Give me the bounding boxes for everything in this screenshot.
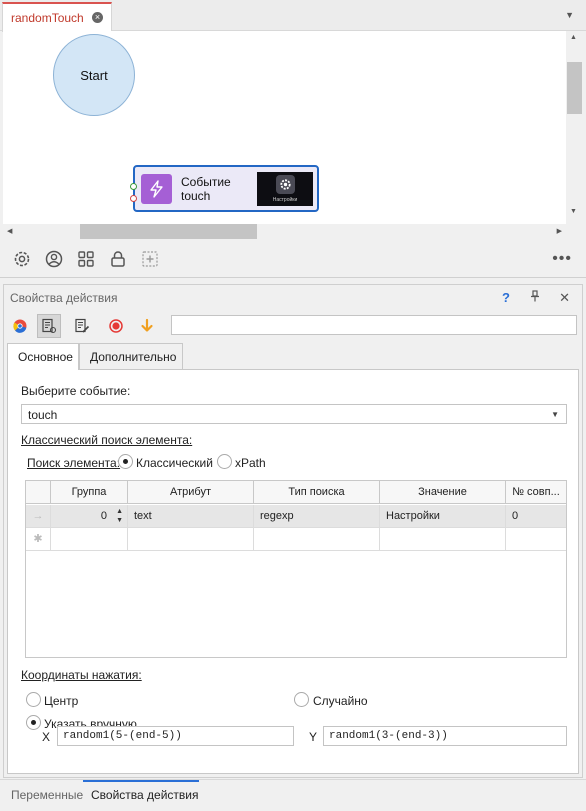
new-cell[interactable] — [380, 528, 506, 551]
row-marker-icon: → — [26, 505, 51, 528]
tab-advanced[interactable]: Дополнительно — [79, 343, 183, 369]
radio-xpath-label[interactable]: xPath — [235, 456, 266, 470]
chevron-down-icon[interactable]: ▼ — [565, 10, 574, 20]
search-attributes-table: Группа Атрибут Тип поиска Значение № сов… — [25, 480, 567, 658]
cell-match-number[interactable]: 0 — [506, 505, 566, 528]
coordinates-heading: Координаты нажатия: — [21, 668, 142, 682]
radio-center[interactable] — [26, 692, 41, 707]
x-label: X — [42, 730, 51, 744]
cell-group-value: 0 — [100, 510, 107, 522]
add-frame-icon[interactable] — [140, 249, 160, 269]
new-cell[interactable] — [506, 528, 566, 551]
radio-classic-label[interactable]: Классический — [136, 456, 213, 470]
arrow-down-icon[interactable] — [135, 314, 159, 338]
stepper-icon[interactable]: ▲ ▼ — [116, 507, 123, 525]
radio-manual[interactable] — [26, 715, 41, 730]
document-tab-title: randomTouch — [11, 11, 84, 25]
scroll-left-icon[interactable]: ◀ — [7, 227, 12, 235]
tab-basic[interactable]: Основное — [7, 343, 79, 370]
y-coordinate-input[interactable]: random1(3-(end-3)) — [323, 726, 567, 746]
new-table-row[interactable]: ✱ — [26, 528, 566, 551]
panel-search-input[interactable] — [171, 315, 577, 335]
canvas-vertical-scrollbar[interactable]: ▲ ▼ — [566, 31, 583, 224]
cell-search-type[interactable]: regexp — [254, 505, 380, 528]
row-header-cell — [26, 481, 51, 504]
input-port[interactable] — [130, 183, 137, 190]
lightning-icon — [141, 174, 172, 204]
panel-toolbar — [4, 312, 582, 340]
new-cell[interactable] — [128, 528, 254, 551]
canvas-horizontal-scrollbar[interactable]: ◀ ▶ — [3, 224, 566, 240]
panel-header: Свойства действия ? ✕ — [4, 285, 582, 310]
search-mode-label: Поиск элемента: — [27, 456, 121, 470]
help-icon[interactable]: ? — [502, 290, 510, 305]
scroll-up-icon[interactable]: ▲ — [570, 34, 577, 41]
chrome-icon[interactable] — [8, 314, 32, 338]
cell-group[interactable]: 0 ▲ ▼ — [51, 505, 128, 528]
scroll-thumb[interactable] — [567, 62, 582, 114]
event-select[interactable]: touch ▼ — [21, 404, 567, 424]
lock-icon[interactable] — [108, 249, 128, 269]
close-tab-icon[interactable]: × — [92, 12, 103, 23]
start-node-label: Start — [80, 67, 108, 83]
scroll-thumb[interactable] — [80, 224, 257, 239]
gear-icon — [276, 175, 295, 194]
new-cell[interactable] — [51, 528, 128, 551]
action-properties-panel: Свойства действия ? ✕ Основное Дополните… — [3, 284, 583, 778]
event-node-label: Событие touch — [181, 175, 231, 203]
settings-icon[interactable] — [12, 249, 32, 269]
user-icon[interactable] — [44, 249, 64, 269]
event-node-label-line2: touch — [181, 189, 211, 203]
scroll-down-icon[interactable]: ▼ — [570, 208, 577, 215]
chevron-down-icon: ▼ — [551, 410, 559, 419]
document-tabbar: randomTouch × ▼ — [0, 0, 586, 32]
tab-variables[interactable]: Переменные — [11, 788, 83, 802]
radio-random[interactable] — [294, 692, 309, 707]
active-tab-indicator — [83, 780, 199, 782]
event-touch-node[interactable]: Событие touch Настройки — [130, 165, 319, 212]
table-row[interactable]: → 0 ▲ ▼ text regexp Настройки 0 — [26, 505, 566, 528]
radio-classic[interactable] — [118, 454, 133, 469]
tab-basic-content: Выберите событие: touch ▼ Классический п… — [7, 369, 579, 774]
column-header-group[interactable]: Группа — [51, 481, 128, 504]
column-header-match-number[interactable]: № совп... — [506, 481, 566, 504]
more-options-icon[interactable]: ••• — [552, 250, 572, 268]
event-select-label: Выберите событие: — [21, 384, 131, 398]
edit-icon[interactable] — [70, 314, 94, 338]
cell-value[interactable]: Настройки — [380, 505, 506, 528]
column-header-search-type[interactable]: Тип поиска — [254, 481, 380, 504]
x-coordinate-input[interactable]: random1(5-(end-5)) — [57, 726, 294, 746]
table-header: Группа Атрибут Тип поиска Значение № сов… — [26, 481, 566, 504]
new-cell[interactable] — [254, 528, 380, 551]
y-label: Y — [309, 730, 318, 744]
pin-icon[interactable] — [530, 290, 540, 305]
panel-title: Свойства действия — [10, 291, 118, 305]
classic-search-heading: Классический поиск элемента: — [21, 433, 193, 447]
radio-random-label[interactable]: Случайно — [313, 694, 368, 708]
error-port[interactable] — [130, 195, 137, 202]
radio-xpath[interactable] — [217, 454, 232, 469]
bottom-tabbar: Переменные Свойства действия — [0, 779, 586, 811]
record-icon[interactable] — [104, 314, 128, 338]
document-tab-randomtouch[interactable]: randomTouch × — [2, 2, 112, 32]
canvas-toolbar: ••• — [0, 241, 586, 278]
event-select-value: touch — [28, 408, 58, 422]
new-row-marker-icon: ✱ — [26, 528, 51, 551]
event-node-label-line1: Событие — [181, 175, 231, 189]
event-thumbnail: Настройки — [257, 172, 313, 206]
project-canvas[interactable]: Start Событие touch Настройки — [3, 31, 566, 224]
tab-action-properties[interactable]: Свойства действия — [91, 788, 198, 802]
grid-icon[interactable] — [76, 249, 96, 269]
properties-icon[interactable] — [37, 314, 61, 338]
thumbnail-caption: Настройки — [272, 197, 298, 203]
column-header-value[interactable]: Значение — [380, 481, 506, 504]
cell-attribute[interactable]: text — [128, 505, 254, 528]
start-node[interactable]: Start — [53, 34, 135, 116]
close-icon[interactable]: ✕ — [559, 290, 570, 306]
scroll-right-icon[interactable]: ▶ — [557, 227, 562, 235]
radio-center-label[interactable]: Центр — [44, 694, 78, 708]
column-header-attribute[interactable]: Атрибут — [128, 481, 254, 504]
